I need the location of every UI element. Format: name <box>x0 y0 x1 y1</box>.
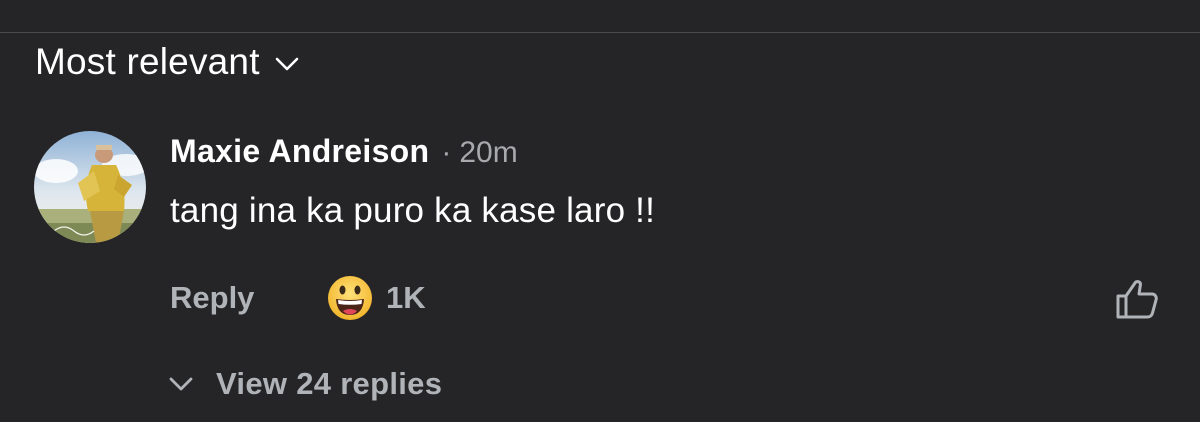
separator-dot: · <box>441 136 452 169</box>
reaction-summary[interactable]: 1K <box>326 274 426 322</box>
author-name[interactable]: Maxie Andreison <box>170 133 429 170</box>
divider <box>0 32 1200 33</box>
reply-button[interactable]: Reply <box>170 280 254 316</box>
view-replies-label: View 24 replies <box>216 366 443 401</box>
comment-text: tang ina ka puro ka kase laro !! <box>170 191 656 230</box>
grinning-face-emoji-icon <box>326 274 374 322</box>
reaction-count: 1K <box>386 280 426 315</box>
chevron-down-icon <box>274 51 300 77</box>
chevron-down-icon <box>168 371 194 397</box>
timestamp[interactable]: 20m <box>459 136 517 170</box>
sort-label: Most relevant <box>35 41 260 82</box>
view-replies-button[interactable]: View 24 replies <box>168 366 442 402</box>
comment-actions: Reply 1K <box>170 274 1160 326</box>
avatar[interactable] <box>34 131 146 243</box>
comment-header: Maxie Andreison · 20m <box>170 133 518 170</box>
comments-screen: Most relevant Maxie Andreison · 20m tang… <box>0 0 1200 422</box>
thumbs-up-icon[interactable] <box>1114 276 1160 322</box>
sort-dropdown[interactable]: Most relevant <box>35 40 300 84</box>
